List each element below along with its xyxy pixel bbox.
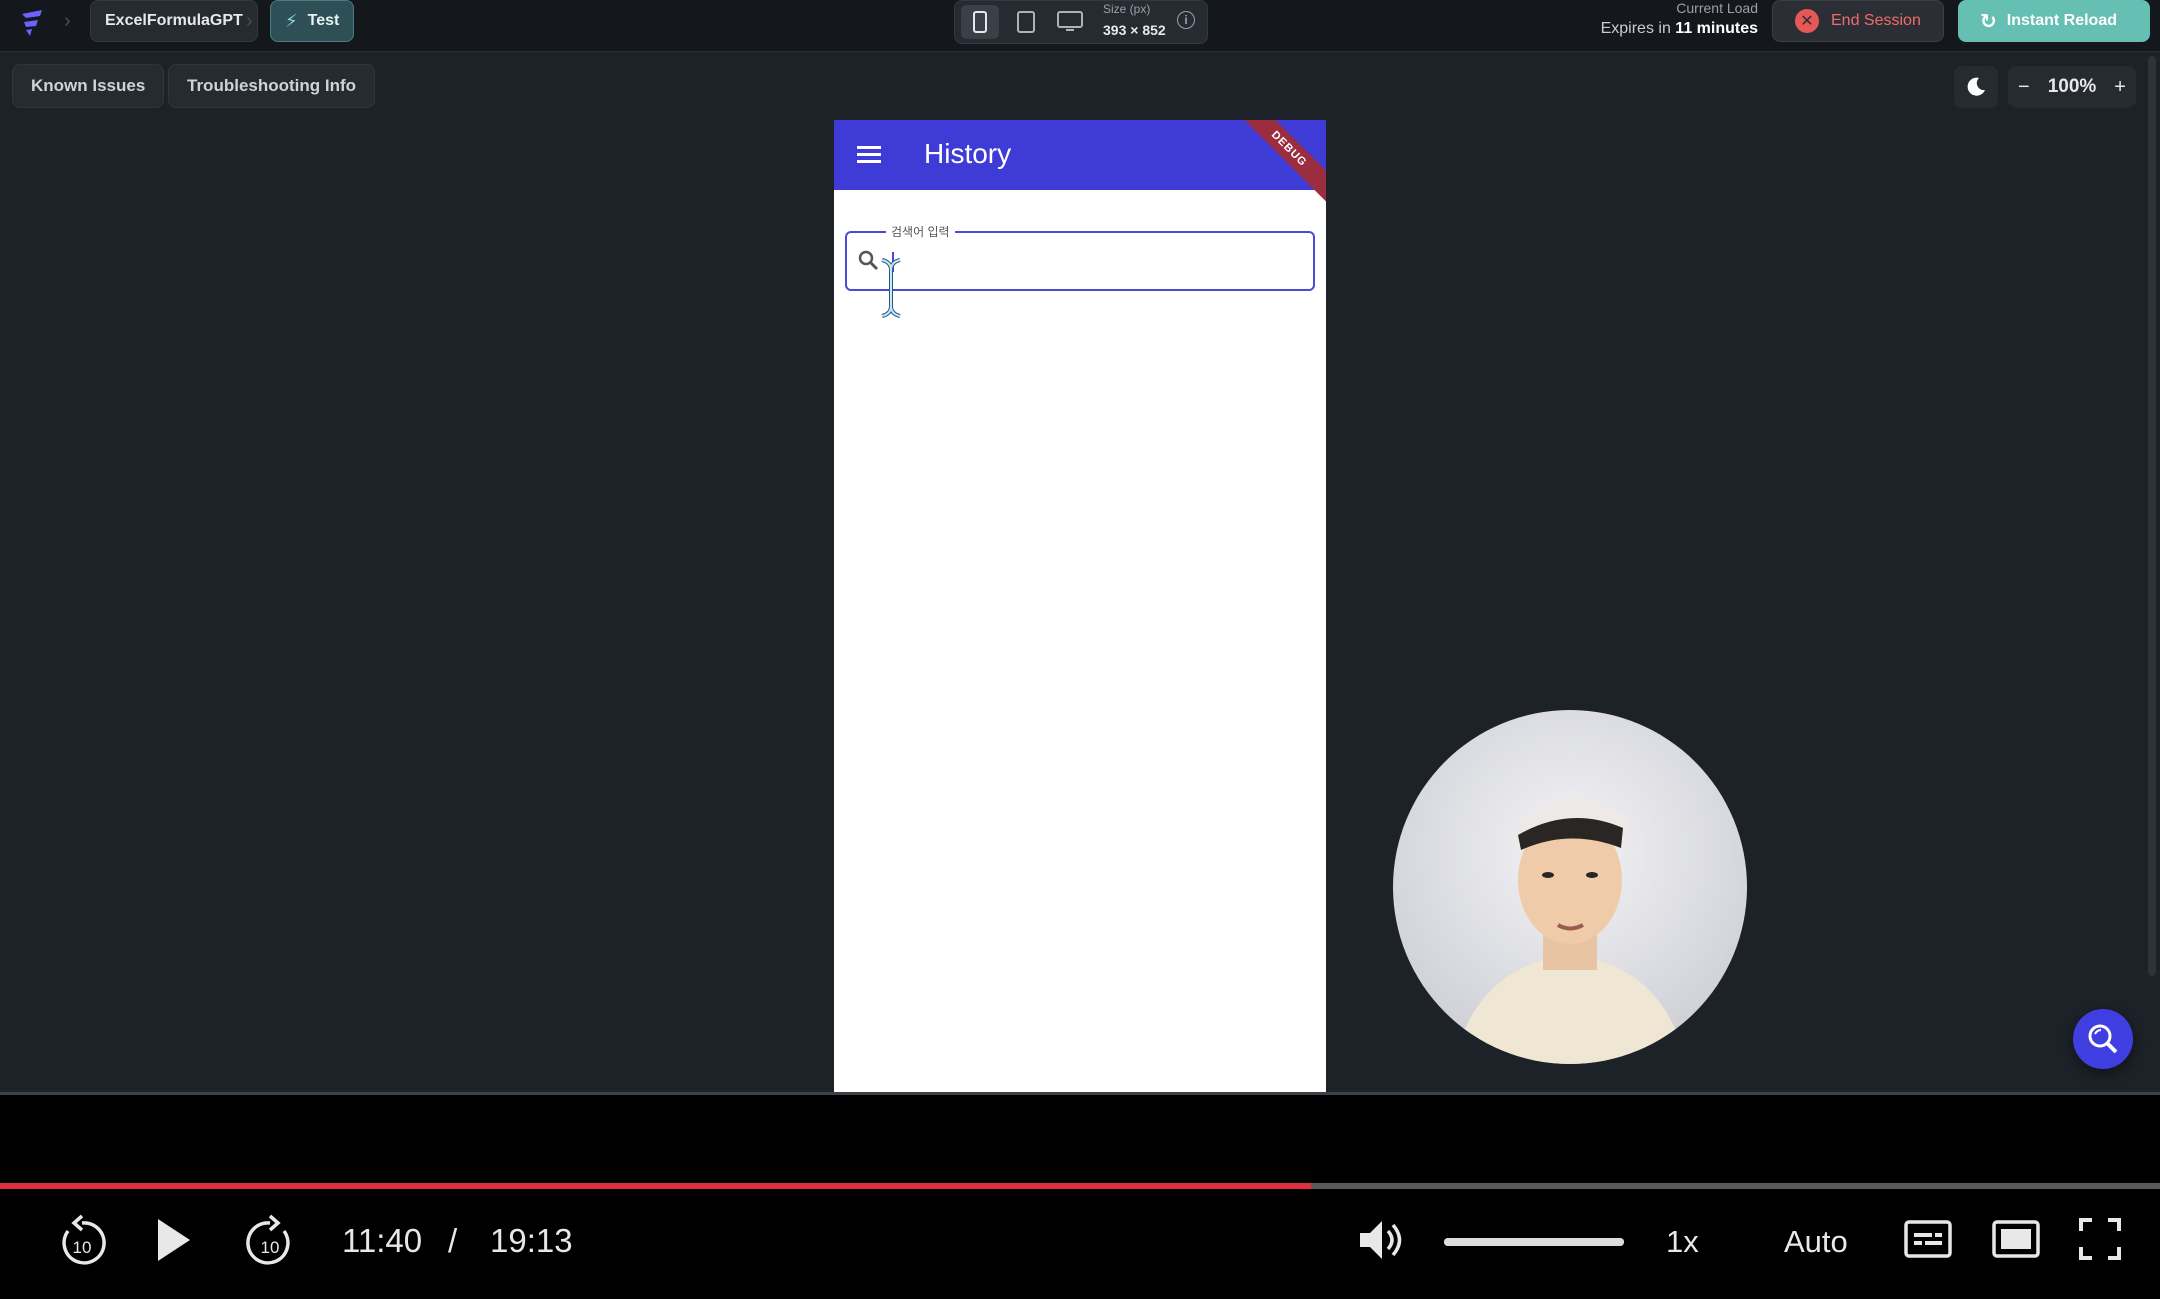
play-button[interactable] — [152, 1215, 194, 1265]
menu-icon[interactable] — [857, 146, 881, 164]
size-value: 393 × 852 — [1103, 22, 1166, 38]
captions-icon[interactable] — [1904, 1219, 1952, 1259]
reload-icon: ↻ — [1980, 10, 1997, 33]
search-input[interactable] — [845, 231, 1315, 291]
webcam-overlay — [1393, 710, 1747, 1064]
phone-preview: History DEBUG 검색어 입력 — [834, 120, 1326, 1092]
tablet-device-button[interactable] — [1007, 5, 1045, 39]
vertical-scrollbar[interactable] — [2148, 56, 2156, 976]
ibeam-cursor-icon — [881, 258, 901, 318]
flutterflow-logo-icon[interactable] — [16, 6, 50, 40]
quality-button[interactable]: Auto — [1784, 1224, 1848, 1260]
instant-reload-label: Instant Reload — [2006, 12, 2117, 29]
zoom-in-button[interactable]: + — [2114, 76, 2126, 99]
volume-slider[interactable] — [1444, 1238, 1624, 1246]
dark-mode-toggle[interactable] — [1954, 66, 1998, 108]
expires-prefix: Expires in — [1600, 20, 1676, 37]
top-toolbar: › ExcelFormulaGPT › ⚡ Test Size (px) 393… — [0, 0, 2160, 52]
magnifier-icon — [2088, 1024, 2118, 1054]
size-label: Size (px) — [1103, 2, 1151, 16]
test-mode-label: Test — [307, 12, 340, 29]
volume-button[interactable] — [1356, 1215, 1406, 1265]
session-expiry: Expires in 11 minutes — [1601, 20, 1758, 38]
app-bar: History DEBUG — [834, 120, 1326, 210]
end-session-label: End Session — [1831, 12, 1921, 29]
zoom-value: 100% — [2047, 76, 2097, 97]
fullscreen-icon[interactable] — [2078, 1217, 2122, 1261]
end-session-button[interactable]: ✕ End Session — [1772, 0, 1944, 42]
search-fab-button[interactable] — [2073, 1009, 2133, 1069]
playback-speed-button[interactable]: 1x — [1666, 1224, 1699, 1260]
instant-reload-button[interactable]: ↻ Instant Reload — [1958, 0, 2150, 42]
project-name: ExcelFormulaGPT — [105, 12, 243, 29]
volume-level — [1444, 1238, 1624, 1246]
current-load-label: Current Load — [1676, 0, 1758, 16]
total-time: 19:13 — [490, 1222, 573, 1259]
breadcrumb-separator: › — [246, 10, 253, 32]
tablet-icon — [1017, 11, 1035, 33]
theater-mode-icon[interactable] — [1992, 1219, 2040, 1259]
rewind-10-button[interactable]: 10 — [56, 1213, 108, 1269]
phone-icon — [973, 11, 987, 33]
presenter-video — [1453, 797, 1687, 1064]
breadcrumb-separator: › — [64, 10, 71, 32]
current-time: 11:40 — [342, 1222, 423, 1259]
expires-value: 11 minutes — [1675, 20, 1758, 37]
troubleshooting-info-button[interactable]: Troubleshooting Info — [168, 64, 376, 108]
zoom-out-button[interactable]: − — [2018, 76, 2030, 99]
time-separator: / — [448, 1222, 458, 1259]
rewind-seconds: 10 — [73, 1238, 92, 1257]
video-player-controls: 10 10 11:40 / 19:13 1x Auto — [0, 1095, 2160, 1299]
close-circle-icon: ✕ — [1795, 9, 1819, 33]
known-issues-label: Known Issues — [31, 76, 146, 95]
zoom-control: − 100% + — [2008, 66, 2136, 108]
desktop-icon — [1057, 11, 1083, 31]
forward-10-button[interactable]: 10 — [244, 1213, 296, 1269]
device-size-selector: Size (px) 393 × 852 i — [954, 0, 1208, 44]
progress-bar[interactable] — [0, 1183, 2160, 1189]
lightning-icon: ⚡ — [285, 10, 298, 31]
forward-seconds: 10 — [261, 1238, 280, 1257]
progress-played — [0, 1183, 1312, 1189]
moon-icon — [1967, 77, 1985, 96]
known-issues-button[interactable]: Known Issues — [12, 64, 165, 108]
project-name-chip[interactable]: ExcelFormulaGPT — [90, 0, 258, 42]
app-preview-area: › ExcelFormulaGPT › ⚡ Test Size (px) 393… — [0, 0, 2160, 1095]
troubleshooting-label: Troubleshooting Info — [187, 76, 357, 95]
search-label: 검색어 입력 — [886, 223, 955, 240]
page-title: History — [924, 138, 1012, 169]
info-icon[interactable]: i — [1177, 11, 1195, 29]
test-mode-chip[interactable]: ⚡ Test — [270, 0, 355, 42]
phone-device-button[interactable] — [961, 5, 999, 39]
debug-banner: DEBUG — [1228, 120, 1326, 210]
desktop-device-button[interactable] — [1051, 5, 1089, 39]
